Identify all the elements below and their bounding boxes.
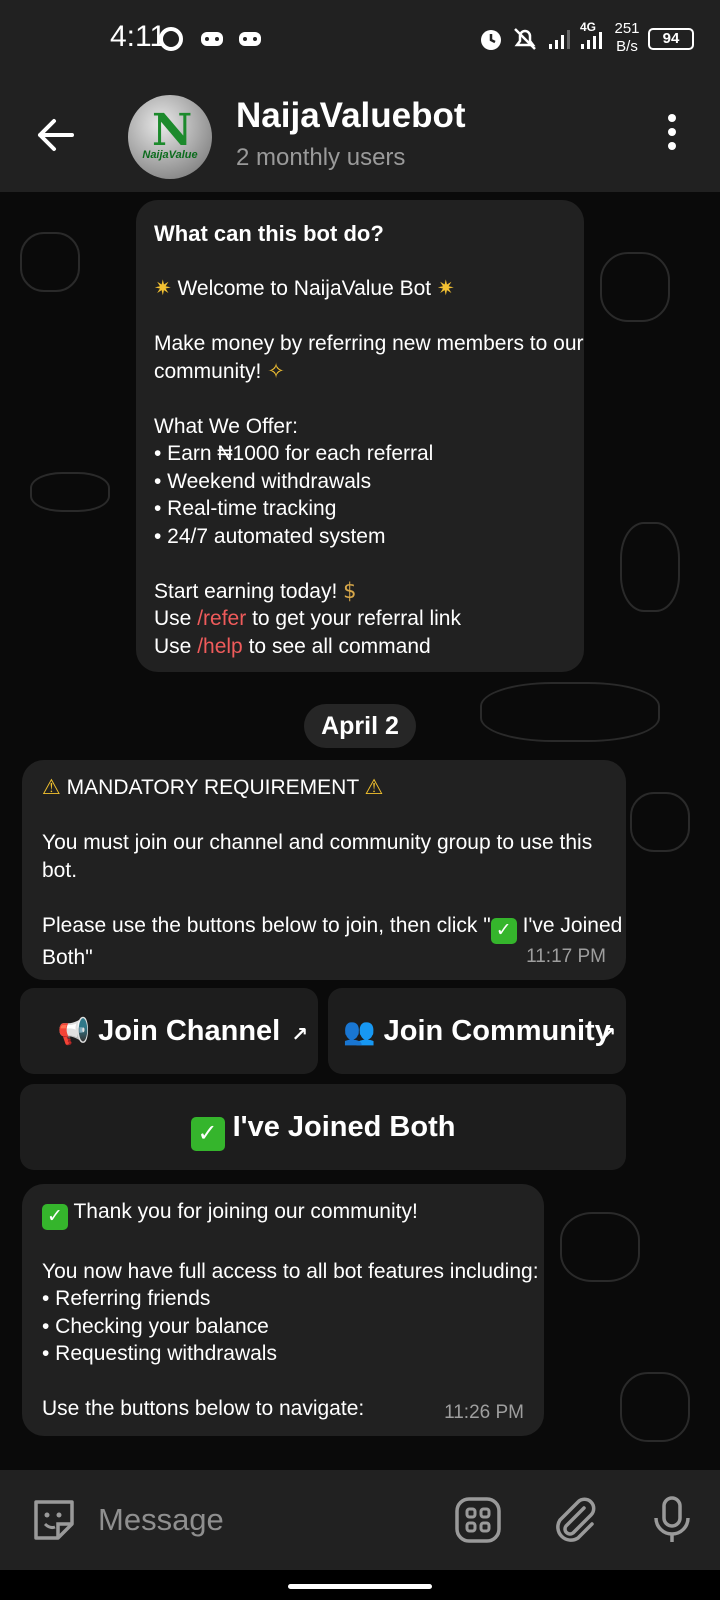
offer-item: • Weekend withdrawals — [154, 469, 372, 493]
avatar[interactable]: N NaijaValue — [128, 95, 212, 179]
battery-icon: 94 — [648, 28, 694, 50]
background-doodle — [600, 252, 670, 322]
attachment-paperclip-icon[interactable] — [550, 1494, 602, 1546]
join-channel-button[interactable]: 📢 Join Channel ↗ — [20, 988, 318, 1074]
joined-both-button[interactable]: ✓ I've Joined Both — [20, 1084, 626, 1170]
external-link-arrow-icon: ↗ — [599, 1024, 616, 1046]
requirement-message-bubble: ⚠ MANDATORY REQUIREMENT ⚠ You must join … — [22, 760, 626, 980]
gamepad-icon — [201, 32, 223, 46]
access-line: You now have full access to all bot feat… — [42, 1259, 539, 1283]
message-timestamp: 11:26 PM — [444, 1401, 524, 1423]
microphone-icon[interactable] — [646, 1494, 698, 1546]
background-doodle — [30, 472, 110, 512]
requirement-text: Both" — [42, 945, 93, 969]
back-arrow-icon[interactable] — [30, 110, 80, 160]
background-doodle — [620, 522, 680, 612]
system-nav-area — [0, 1570, 720, 1600]
check-mark-icon: ✓ — [490, 917, 517, 944]
bot-menu-grid-icon[interactable] — [452, 1494, 504, 1546]
network-speed: 251 B/s — [612, 20, 642, 56]
dizzy-icon: ✧ — [267, 358, 285, 383]
sparkle-star-icon: ✷ — [154, 276, 172, 300]
offer-item: • Real-time tracking — [154, 497, 337, 520]
battery-level: 94 — [662, 30, 680, 47]
money-bag-icon: $ — [343, 578, 357, 603]
sparkle-star-icon: ✷ — [436, 276, 455, 300]
home-indicator[interactable] — [288, 1584, 432, 1589]
gamepad-icon — [239, 32, 261, 46]
network-speed-value: 251 — [614, 20, 640, 37]
network-speed-unit: B/s — [616, 38, 638, 55]
cta-line: Start earning today! $ — [154, 578, 566, 606]
help-command-line: Use /help to see all command — [154, 634, 431, 658]
warning-icon: ⚠ — [42, 775, 61, 799]
feature-item: • Requesting withdrawals — [42, 1342, 277, 1365]
offer-heading: What We Offer: — [154, 414, 298, 438]
check-mark-icon: ✓ — [42, 1204, 68, 1230]
background-doodle — [630, 792, 690, 852]
requirement-text: You must join our channel and community … — [42, 831, 593, 854]
mute-icon — [514, 28, 536, 50]
background-doodle — [560, 1212, 640, 1282]
message-input[interactable]: Message — [98, 1502, 224, 1538]
signal-icon — [581, 32, 602, 49]
bot-intro-title: What can this bot do? — [154, 221, 384, 246]
refer-command-link[interactable]: /refer — [197, 607, 246, 630]
background-doodle — [480, 682, 660, 742]
message-input-bar: Message — [0, 1470, 720, 1570]
join-community-button[interactable]: 👥 Join Community ↗ — [328, 988, 626, 1074]
date-separator: April 2 — [304, 704, 416, 748]
pitch-line: community! ✧ — [154, 358, 566, 386]
avatar-logo-text: NaijaValue — [142, 149, 198, 161]
welcome-line: ✷ Welcome to NaijaValue Bot ✷ — [154, 275, 566, 303]
status-bar: 4:11 4G 251 B/s 94 — [0, 0, 720, 80]
thanks-line: ✓ Thank you for joining our community! — [42, 1198, 524, 1230]
check-mark-icon: ✓ — [190, 1117, 225, 1151]
pitch-line: Make money by referring new members to o… — [154, 332, 584, 355]
thank-you-message-bubble: ✓ Thank you for joining our community! Y… — [22, 1184, 544, 1436]
people-icon: 👥 — [343, 1017, 376, 1047]
more-options-icon[interactable] — [660, 114, 684, 158]
feature-item: • Referring friends — [42, 1287, 211, 1310]
chat-title[interactable]: NaijaValuebot — [236, 96, 466, 136]
sticker-emoji-icon[interactable] — [28, 1494, 80, 1546]
requirement-heading: ⚠ MANDATORY REQUIREMENT ⚠ — [42, 774, 606, 802]
chat-header: N NaijaValue NaijaValuebot 2 monthly use… — [0, 80, 720, 192]
message-timestamp: 11:17 PM — [526, 945, 606, 967]
bot-intro-bubble: What can this bot do? ✷ Welcome to Naija… — [136, 200, 584, 672]
feature-item: • Checking your balance — [42, 1314, 269, 1338]
signal-icon — [549, 30, 570, 49]
circle-icon — [159, 27, 183, 51]
refer-command-line: Use /refer to get your referral link — [154, 607, 461, 630]
external-link-arrow-icon: ↗ — [291, 1024, 308, 1046]
offer-item: • 24/7 automated system — [154, 524, 386, 548]
chat-area[interactable]: What can this bot do? ✷ Welcome to Naija… — [0, 192, 720, 1470]
alarm-icon — [481, 30, 501, 50]
warning-icon: ⚠ — [364, 775, 384, 799]
background-doodle — [620, 1372, 690, 1442]
chat-subtitle: 2 monthly users — [236, 144, 406, 171]
background-doodle — [20, 232, 80, 292]
help-command-link[interactable]: /help — [197, 635, 243, 658]
megaphone-icon: 📢 — [57, 1017, 91, 1047]
requirement-text: Please use the buttons below to join, th… — [42, 912, 622, 944]
requirement-text: bot. — [42, 858, 78, 882]
offer-item: • Earn ₦1000 for each referral — [154, 442, 434, 465]
